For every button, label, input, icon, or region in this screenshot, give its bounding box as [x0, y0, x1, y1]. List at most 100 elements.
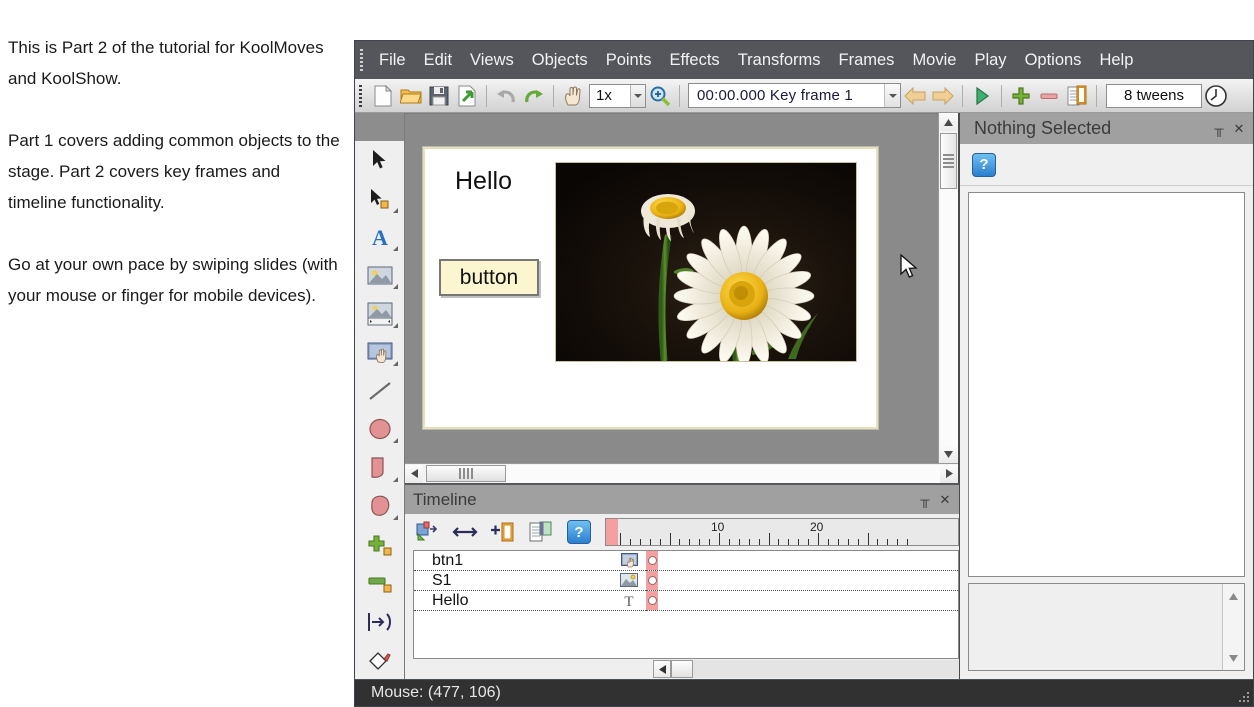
track-row[interactable] [646, 551, 958, 571]
timeline-hscroll-thumb[interactable] [671, 660, 693, 678]
properties-lower-list[interactable] [968, 583, 1245, 671]
canvas-vertical-scrollbar[interactable] [938, 113, 958, 463]
toolbar-grip-handle[interactable] [358, 82, 365, 109]
add-keyframe-icon[interactable] [487, 517, 519, 547]
scroll-down-arrow-icon[interactable] [939, 445, 958, 463]
scroll-left-arrow-icon[interactable] [405, 464, 423, 483]
pin-icon[interactable]: ╥ [1211, 121, 1227, 137]
minus-icon[interactable] [1035, 82, 1063, 110]
polygon-tool[interactable] [358, 449, 402, 486]
magnifier-plus-icon[interactable] [646, 82, 674, 110]
ruler-tick [699, 539, 701, 545]
timeline-horizontal-scrollbar[interactable] [405, 659, 959, 679]
menu-item-help[interactable]: Help [1090, 48, 1142, 73]
menu-item-transforms[interactable]: Transforms [729, 48, 830, 73]
keyframe-marker[interactable] [648, 576, 657, 585]
stage-area[interactable]: Hello button [405, 113, 938, 463]
select-all-frames-icon[interactable] [411, 517, 443, 547]
plus-icon[interactable] [1007, 82, 1035, 110]
tutorial-text-panel: This is Part 2 of the tutorial for KoolM… [0, 0, 352, 707]
scroll-up-arrow-icon[interactable] [939, 113, 958, 131]
layers-icon[interactable] [525, 517, 557, 547]
line-tool[interactable] [358, 372, 402, 409]
save-disk-icon[interactable] [425, 82, 453, 110]
menu-item-play[interactable]: Play [965, 48, 1015, 73]
timeline-row-btn1[interactable]: btn1 [414, 551, 646, 571]
arrow-right-icon[interactable] [929, 82, 957, 110]
menu-item-edit[interactable]: Edit [415, 48, 461, 73]
track-row[interactable] [646, 591, 958, 611]
timeline-hscroll-track[interactable] [693, 660, 959, 678]
stage[interactable]: Hello button [423, 147, 878, 429]
redo-icon[interactable] [520, 82, 548, 110]
resize-frames-icon[interactable] [449, 517, 481, 547]
canvas-hscroll-thumb[interactable] [426, 465, 506, 482]
hand-pan-icon[interactable] [559, 82, 587, 110]
menu-item-file[interactable]: File [370, 48, 415, 73]
keyframe-selector-combo[interactable]: 00:00.000 Key frame 1 [688, 83, 901, 108]
window-resize-grip[interactable] [1237, 690, 1251, 704]
menu-item-views[interactable]: Views [461, 48, 523, 73]
menu-item-movie[interactable]: Movie [903, 48, 965, 73]
menu-item-objects[interactable]: Objects [523, 48, 597, 73]
image-tool[interactable] [358, 257, 402, 294]
text-tool[interactable]: A [358, 219, 402, 256]
stage-button-object[interactable]: button [439, 259, 539, 296]
keyframe-marker[interactable] [648, 596, 657, 605]
properties-lower-scrollbar[interactable] [1222, 584, 1244, 670]
add-point-tool[interactable] [358, 526, 402, 563]
timeline-keyframe-tracks[interactable] [646, 551, 958, 658]
play-triangle-icon[interactable] [968, 82, 996, 110]
ruler-tick [847, 539, 849, 545]
canvas-hscroll-track[interactable] [506, 464, 940, 483]
export-icon[interactable] [453, 82, 481, 110]
timeline-playhead[interactable] [606, 519, 618, 545]
image-sequence-tool[interactable] [358, 295, 402, 332]
arrow-left-icon[interactable] [901, 82, 929, 110]
canvas-vscroll-thumb[interactable] [940, 133, 957, 189]
stage-text-object[interactable]: Hello [455, 167, 512, 196]
track-row[interactable] [646, 571, 958, 591]
paint-bucket-tool[interactable] [358, 641, 402, 678]
timeline-ruler[interactable]: 10 20 [605, 518, 959, 546]
select-arrow-tool[interactable] [358, 142, 402, 179]
motion-path-tool[interactable] [358, 603, 402, 640]
open-folder-icon[interactable] [397, 82, 425, 110]
timeline-row-hello[interactable]: Hello T [414, 591, 646, 611]
menubar-grip-handle[interactable] [359, 47, 366, 73]
clock-icon[interactable] [1202, 82, 1230, 110]
tweens-count-field[interactable]: 8 tweens [1106, 83, 1202, 108]
keyframe-dropdown-arrow[interactable] [884, 84, 900, 107]
remove-segment-tool[interactable] [358, 565, 402, 602]
keyframe-marker[interactable] [648, 556, 657, 565]
point-edit-tool[interactable] [358, 180, 402, 217]
ruler-tick [857, 539, 859, 545]
timeline-scroll-left-arrow-icon[interactable] [653, 660, 671, 678]
scroll-right-arrow-icon[interactable] [940, 464, 958, 483]
stage-image-object[interactable] [555, 162, 857, 362]
menu-item-points[interactable]: Points [597, 48, 661, 73]
ellipse-tool[interactable] [358, 411, 402, 448]
button-tool[interactable] [358, 334, 402, 371]
help-icon[interactable]: ? [563, 517, 595, 547]
menu-item-effects[interactable]: Effects [661, 48, 729, 73]
close-icon[interactable]: ✕ [937, 492, 953, 508]
canvas-vscroll-track[interactable] [939, 189, 958, 445]
zoom-dropdown-arrow[interactable] [630, 84, 645, 107]
menu-item-options[interactable]: Options [1016, 48, 1091, 73]
zoom-level-combo[interactable]: 1x [589, 83, 646, 108]
scroll-up-arrow-icon[interactable] [1229, 587, 1238, 605]
close-icon[interactable]: ✕ [1231, 121, 1247, 137]
ruler-tick [719, 533, 720, 545]
film-frame-icon[interactable] [1063, 82, 1091, 110]
canvas-horizontal-scrollbar[interactable] [405, 463, 958, 483]
undo-icon[interactable] [492, 82, 520, 110]
help-icon[interactable]: ? [972, 152, 996, 177]
properties-content-area[interactable] [968, 192, 1245, 577]
freeform-shape-tool[interactable] [358, 488, 402, 525]
pin-icon[interactable]: ╥ [917, 492, 933, 508]
new-document-icon[interactable] [369, 82, 397, 110]
scroll-down-arrow-icon[interactable] [1229, 649, 1238, 667]
menu-item-frames[interactable]: Frames [830, 48, 904, 73]
timeline-row-s1[interactable]: S1 [414, 571, 646, 591]
